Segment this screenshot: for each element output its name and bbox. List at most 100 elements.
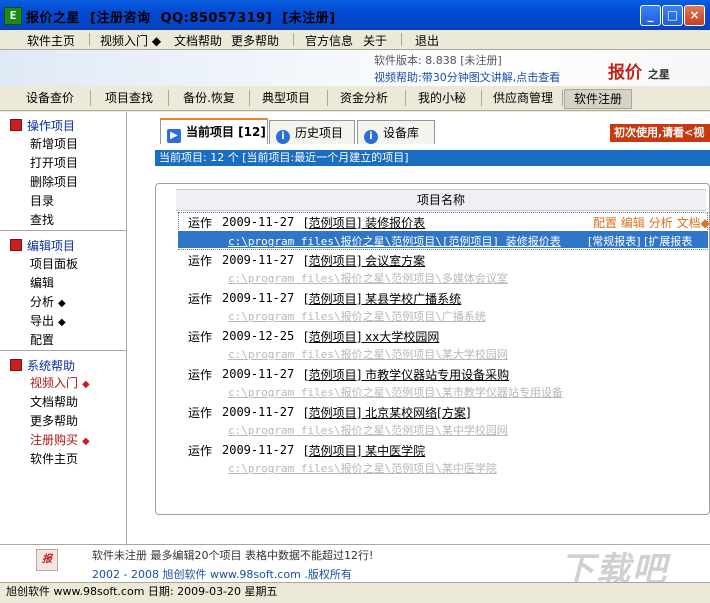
row-name[interactable]: [范例项目] 某县学校广播系统 bbox=[304, 290, 461, 307]
row-path[interactable]: c:\program files\报价之星\范例项目\多媒体会议室 bbox=[228, 270, 508, 286]
sidebar-item-label: 注册购买 bbox=[30, 433, 79, 447]
maximize-button[interactable]: □ bbox=[662, 5, 683, 26]
tb-project-find[interactable]: 项目查找 bbox=[101, 89, 157, 107]
menu-video[interactable]: 视频入门 ◆ bbox=[100, 32, 161, 49]
tb-backup-restore[interactable]: 备份.恢复 bbox=[177, 89, 241, 107]
close-button[interactable]: × bbox=[684, 5, 705, 26]
minimize-button[interactable]: _ bbox=[640, 5, 661, 26]
menu-separator bbox=[89, 33, 90, 46]
section-title: 编辑项目 bbox=[27, 239, 76, 253]
sidebar-item-label: 导出 bbox=[30, 314, 55, 328]
sidebar-item-find[interactable]: 查找 bbox=[30, 211, 54, 228]
row-op[interactable]: 运作 bbox=[188, 404, 212, 421]
sidebar: 操作项目 新增项目 打开项目 删除项目 目录 查找 编辑项目 项目面板 编辑 分… bbox=[0, 112, 127, 544]
tab-history-projects[interactable]: i 历史项目 bbox=[269, 120, 355, 144]
tb-typical-projects[interactable]: 典型项目 bbox=[258, 89, 314, 107]
sidebar-item-video[interactable]: 视频入门 ◆ bbox=[30, 374, 90, 391]
video-help-link[interactable]: 视频帮助:带30分钟图文讲解,点击查看 bbox=[374, 69, 560, 85]
row-op[interactable]: 运作 bbox=[188, 252, 212, 269]
tb-fund-analysis[interactable]: 资金分析 bbox=[336, 89, 392, 107]
brand-logo: 报价 之星 bbox=[608, 58, 670, 83]
unregistered-message: 软件未注册 最多编辑20个项目 表格中数据不能超过12行! bbox=[92, 549, 374, 562]
app-icon[interactable]: E bbox=[4, 7, 22, 25]
row-path[interactable]: c:\program files\报价之星\范例项目\某中学校园网 bbox=[228, 422, 508, 438]
row-path[interactable]: c:\program files\报价之星\范例项目\广播系统 bbox=[228, 308, 486, 324]
current-project-text: 当前项目: 12 个 [当前项目:最近一个月建立的项目] bbox=[159, 151, 409, 164]
sidebar-item-new[interactable]: 新增项目 bbox=[30, 135, 78, 152]
row-path[interactable]: c:\program files\报价之星\范例项目\[范例项目] 装修报价表 bbox=[228, 233, 561, 249]
sidebar-item-label: 视频入门 bbox=[30, 376, 79, 390]
menu-about[interactable]: 关于 bbox=[363, 32, 387, 49]
sidebar-item-panel[interactable]: 项目面板 bbox=[30, 255, 78, 272]
section-operate-header[interactable]: 操作项目 bbox=[10, 117, 75, 134]
row-op[interactable]: 运作 bbox=[188, 442, 212, 459]
tab-device-library[interactable]: i 设备库 bbox=[357, 120, 435, 144]
tab-current-projects[interactable]: ▶ 当前项目 [12] bbox=[160, 118, 268, 144]
section-help-header[interactable]: 系统帮助 bbox=[10, 357, 75, 374]
sidebar-item-homepage[interactable]: 软件主页 bbox=[30, 450, 78, 467]
row-path[interactable]: c:\program files\报价之星\范例项目\某大学校园网 bbox=[228, 346, 508, 362]
tb-device-price[interactable]: 设备查价 bbox=[22, 89, 78, 107]
info-icon: i bbox=[276, 130, 290, 144]
row-name[interactable]: [范例项目] xx大学校园网 bbox=[304, 328, 439, 345]
row-name[interactable]: [范例项目] 某中医学院 bbox=[304, 442, 425, 459]
menu-official[interactable]: 官方信息 bbox=[305, 32, 353, 49]
row-name[interactable]: [范例项目] 会议室方案 bbox=[304, 252, 425, 269]
row-op[interactable]: 运作 bbox=[188, 328, 212, 345]
info-icon: i bbox=[364, 130, 378, 144]
section-title: 操作项目 bbox=[27, 119, 76, 133]
sidebar-item-catalog[interactable]: 目录 bbox=[30, 192, 54, 209]
banner bbox=[0, 50, 710, 87]
sidebar-item-open[interactable]: 打开项目 bbox=[30, 154, 78, 171]
list-header: 项目名称 bbox=[176, 189, 706, 211]
toolbar-separator bbox=[481, 90, 482, 106]
logo-small: 之星 bbox=[647, 68, 670, 81]
sidebar-item-docs[interactable]: 文档帮助 bbox=[30, 393, 78, 410]
sidebar-item-analyze[interactable]: 分析 ◆ bbox=[30, 293, 66, 310]
row-date: 2009-11-27 bbox=[222, 443, 295, 457]
toolbar-separator bbox=[562, 90, 563, 106]
menu-home[interactable]: 软件主页 bbox=[27, 32, 75, 49]
sidebar-item-edit[interactable]: 编辑 bbox=[30, 274, 54, 291]
row-op[interactable]: 运作 bbox=[188, 366, 212, 383]
toolbar-separator bbox=[327, 90, 328, 106]
menu-separator bbox=[293, 33, 294, 46]
row-path[interactable]: c:\program files\报价之星\范例项目\某中医学院 bbox=[228, 460, 497, 476]
sidebar-item-more-help[interactable]: 更多帮助 bbox=[30, 412, 78, 429]
section-edit-header[interactable]: 编辑项目 bbox=[10, 237, 75, 254]
row-name[interactable]: [范例项目] 北京某校网络[方案] bbox=[304, 404, 471, 421]
row-name[interactable]: [范例项目] 装修报价表 bbox=[304, 214, 425, 231]
sidebar-item-config[interactable]: 配置 bbox=[30, 331, 54, 348]
menu-more-help[interactable]: 更多帮助 bbox=[231, 32, 279, 49]
tab-label: 设备库 bbox=[383, 126, 420, 140]
collapse-icon bbox=[10, 239, 22, 251]
menu-exit[interactable]: 退出 bbox=[415, 32, 439, 49]
row-date: 2009-11-27 bbox=[222, 367, 295, 381]
row-name[interactable]: [范例项目] 市教学仪器站专用设备采购 bbox=[304, 366, 509, 383]
row-op[interactable]: 运作 bbox=[188, 214, 212, 231]
tb-my-secretary[interactable]: 我的小秘 bbox=[414, 89, 470, 107]
tb-software-register[interactable]: 软件注册 bbox=[564, 89, 632, 109]
sidebar-item-export[interactable]: 导出 ◆ bbox=[30, 312, 66, 329]
menu-docs[interactable]: 文档帮助 bbox=[174, 32, 222, 49]
folder-icon: ▶ bbox=[167, 129, 181, 143]
report-links[interactable]: [常规报表] [扩展报表 bbox=[588, 233, 692, 249]
row-path[interactable]: c:\program files\报价之星\范例项目\某市教学仪器站专用设备 bbox=[228, 384, 563, 400]
status-text: 旭创软件 www.98soft.com 日期: 2009-03-20 星期五 bbox=[6, 585, 278, 598]
sidebar-item-delete[interactable]: 删除项目 bbox=[30, 173, 78, 190]
sidebar-item-purchase[interactable]: 注册购买 ◆ bbox=[30, 431, 90, 448]
tb-supplier-mgmt[interactable]: 供应商管理 bbox=[488, 89, 558, 107]
status-bar: 旭创软件 www.98soft.com 日期: 2009-03-20 星期五 bbox=[0, 582, 710, 603]
diamond-icon: ◆ bbox=[58, 317, 66, 328]
current-project-bar: 当前项目: 12 个 [当前项目:最近一个月建立的项目] bbox=[155, 150, 710, 166]
toolbar: 设备查价 项目查找 备份.恢复 典型项目 资金分析 我的小秘 供应商管理 软件注… bbox=[0, 86, 710, 111]
toolbar-separator bbox=[168, 90, 169, 106]
row-op[interactable]: 运作 bbox=[188, 290, 212, 307]
diamond-icon: ◆ bbox=[82, 379, 90, 390]
sidebar-item-label: 分析 bbox=[30, 295, 55, 309]
copyright-link[interactable]: 2002 - 2008 旭创软件 www.98soft.com .版权所有 bbox=[92, 566, 352, 582]
row-actions[interactable]: 配置 编辑 分析 文档◆ bbox=[593, 214, 710, 231]
sidebar-divider bbox=[0, 350, 126, 351]
row-date: 2009-11-27 bbox=[222, 253, 295, 267]
first-use-link[interactable]: 初次使用,请看<视 bbox=[610, 124, 710, 142]
